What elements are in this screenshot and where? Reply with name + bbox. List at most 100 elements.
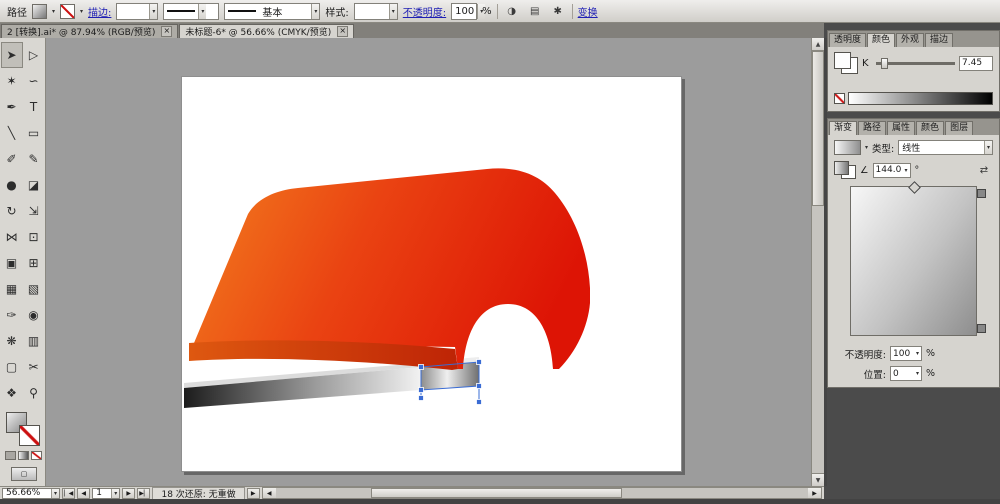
graphic-style-dropdown[interactable]: ▾ [354, 3, 398, 20]
dropdown-arrow-icon[interactable]: ▾ [51, 489, 59, 498]
gradient-menu-arrow-icon[interactable]: ▾ [865, 144, 868, 151]
zoom-dropdown[interactable]: 56.66% ▾ [2, 488, 60, 499]
reverse-gradient-icon[interactable]: ⇄ [975, 162, 993, 179]
stroke-dropdown-icon[interactable]: ▾ [80, 8, 83, 15]
dropdown-arrow-icon[interactable]: ▾ [389, 4, 397, 19]
pen-tool-icon[interactable]: ✒ [1, 94, 23, 120]
mesh-tool-icon[interactable]: ▦ [1, 276, 23, 302]
fill-gradient-icon[interactable] [834, 161, 849, 175]
rotate-tool-icon[interactable]: ↻ [1, 198, 23, 224]
status-flyout-icon[interactable]: ▶ [247, 488, 260, 499]
dropdown-arrow-icon[interactable]: ▾ [916, 350, 919, 357]
pencil-tool-icon[interactable]: ✎ [23, 146, 45, 172]
fill-color-swatch[interactable] [32, 4, 47, 19]
k-slider[interactable] [876, 57, 955, 69]
fill-dropdown-icon[interactable]: ▾ [52, 8, 55, 15]
scroll-up-icon[interactable]: ▲ [812, 38, 824, 51]
width-profile-dropdown[interactable]: ▾ [163, 3, 219, 20]
dropdown-arrow-icon[interactable]: ▾ [984, 141, 992, 154]
free-transform-tool-icon[interactable]: ⊡ [23, 224, 45, 250]
anchor-point[interactable] [477, 384, 482, 389]
tab-color2[interactable]: 颜色 [916, 121, 944, 135]
artboard-tool-icon[interactable]: ▢ [1, 354, 23, 380]
stroke-link[interactable]: 描边: [88, 4, 111, 19]
gradient-fill-stroke-icons[interactable] [834, 161, 856, 179]
red-shape-body[interactable] [194, 168, 590, 369]
k-value-field[interactable]: 7.45 [959, 56, 993, 71]
blend-tool-icon[interactable]: ◉ [23, 302, 45, 328]
zoom-tool-icon[interactable]: ⚲ [23, 380, 45, 406]
type-tool-icon[interactable]: T [23, 94, 45, 120]
fill-proxy[interactable] [834, 52, 851, 69]
perspective-grid-tool-icon[interactable]: ⊞ [23, 250, 45, 276]
gradient-opacity-field[interactable]: 100 ▾ [890, 346, 922, 361]
symbol-sprayer-tool-icon[interactable]: ❋ [1, 328, 23, 354]
tab-appearance[interactable]: 外观 [896, 33, 924, 47]
anchor-point[interactable] [419, 396, 424, 401]
last-artboard-icon[interactable]: ▶▏ [137, 488, 150, 499]
stroke-proxy-swatch[interactable] [19, 425, 40, 446]
scroll-left-icon[interactable]: ◀ [263, 488, 276, 498]
dropdown-arrow-icon[interactable]: ▾ [905, 167, 908, 174]
none-color-swatch[interactable] [834, 93, 845, 104]
first-artboard-icon[interactable]: ▏◀ [62, 488, 75, 499]
selection-tool-icon[interactable]: ➤ [1, 42, 23, 68]
artboard[interactable] [181, 76, 682, 472]
close-icon[interactable]: × [337, 26, 348, 37]
k-slider-track[interactable] [876, 62, 955, 65]
canvas-area[interactable]: ▲ ▼ [46, 38, 824, 486]
preferences-icon[interactable]: ✱ [549, 3, 567, 20]
eraser-tool-icon[interactable]: ◪ [23, 172, 45, 198]
recolor-artwork-icon[interactable]: ◑ [503, 3, 521, 20]
gradient-angle-field[interactable]: 144.0 ▾ [873, 163, 911, 178]
gradient-tool-icon[interactable]: ▧ [23, 276, 45, 302]
gradient-swatch-thumbnail[interactable] [834, 140, 861, 155]
gradient-ramp-preview[interactable] [850, 186, 977, 336]
opacity-link[interactable]: 不透明度: [403, 4, 446, 19]
gradient-midpoint-marker[interactable] [908, 181, 921, 194]
tab-attributes[interactable]: 属性 [887, 121, 915, 135]
horizontal-scrollbar[interactable]: ◀ ▶ [262, 487, 822, 499]
opacity-field[interactable]: 100 ▾ [451, 3, 477, 20]
color-button[interactable] [5, 451, 16, 460]
stroke-color-swatch[interactable] [60, 4, 75, 19]
rectangle-tool-icon[interactable]: ▭ [23, 120, 45, 146]
document-tab-2[interactable]: 未标题-6* @ 56.66% (CMYK/预览) × [179, 24, 354, 38]
blob-brush-tool-icon[interactable]: ● [1, 172, 23, 198]
lasso-tool-icon[interactable]: ∽ [23, 68, 45, 94]
slice-tool-icon[interactable]: ✂ [23, 354, 45, 380]
brush-definition-dropdown[interactable]: 基本 ▾ [224, 3, 320, 20]
eyedropper-tool-icon[interactable]: ✑ [1, 302, 23, 328]
tab-layers[interactable]: 图层 [945, 121, 973, 135]
document-setup-icon[interactable]: ▤ [526, 3, 544, 20]
gradient-stop-icon[interactable] [977, 189, 986, 198]
width-tool-icon[interactable]: ⋈ [1, 224, 23, 250]
gradient-button[interactable] [18, 451, 29, 460]
next-artboard-icon[interactable]: ▶ [122, 488, 135, 499]
gradient-stop-icon[interactable] [977, 324, 986, 333]
tab-path[interactable]: 路径 [858, 121, 886, 135]
dropdown-arrow-icon[interactable]: ▾ [149, 4, 157, 19]
k-slider-thumb[interactable] [881, 58, 888, 69]
vertical-scrollbar[interactable]: ▲ ▼ [811, 38, 824, 486]
anchor-point[interactable] [477, 360, 482, 365]
gradient-position-field[interactable]: 0 ▾ [890, 366, 922, 381]
gradient-type-dropdown[interactable]: 线性 ▾ [898, 140, 993, 155]
tab-transparency[interactable]: 透明度 [829, 33, 866, 47]
line-tool-icon[interactable]: ╲ [1, 120, 23, 146]
previous-artboard-icon[interactable]: ◀ [77, 488, 90, 499]
dropdown-arrow-icon[interactable]: ▾ [198, 4, 206, 19]
tab-gradient[interactable]: 渐变 [829, 121, 857, 135]
anchor-point[interactable] [419, 388, 424, 393]
none-button[interactable] [31, 451, 42, 460]
tab-color[interactable]: 颜色 [867, 33, 895, 47]
transform-link[interactable]: 变换 [578, 4, 598, 19]
dropdown-arrow-icon[interactable]: ▾ [916, 370, 919, 377]
column-graph-tool-icon[interactable]: ▥ [23, 328, 45, 354]
anchor-point[interactable] [477, 400, 482, 405]
scale-tool-icon[interactable]: ⇲ [23, 198, 45, 224]
stroke-weight-dropdown[interactable]: ▾ [116, 3, 158, 20]
horizontal-scroll-thumb[interactable] [371, 488, 622, 498]
anchor-point[interactable] [419, 365, 424, 370]
close-icon[interactable]: × [161, 26, 172, 37]
